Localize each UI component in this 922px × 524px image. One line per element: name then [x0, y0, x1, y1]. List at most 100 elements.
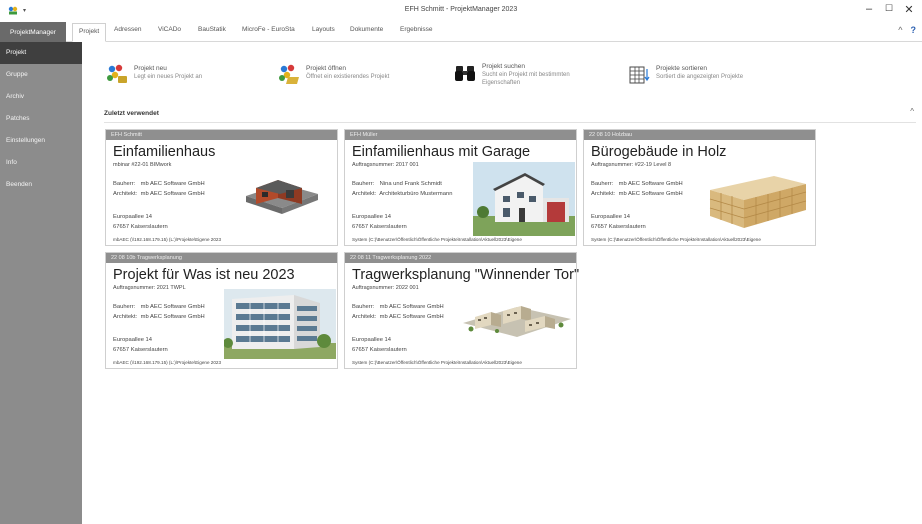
action-description: Sucht ein Projekt mit bestimmten Eigensc…	[482, 72, 570, 86]
bauherr-value: mb AEC Software GmbH	[140, 304, 205, 310]
architekt-label: Architekt:	[113, 314, 138, 320]
ribbon-tabs: ProjektManager Projekt Adressen ViCADo B…	[0, 22, 922, 42]
city: 67657 Kaiserslautern	[352, 224, 407, 230]
city: 67657 Kaiserslautern	[352, 347, 407, 353]
new-project-icon	[107, 64, 127, 83]
recent-divider	[104, 122, 916, 123]
project-path: System (C:)\Benutzer\Öffentlich\Öffentli…	[352, 237, 522, 242]
project-path: System (C:)\Benutzer\Öffentlich\Öffentli…	[591, 237, 761, 242]
project-thumbnail	[473, 162, 575, 236]
help-button[interactable]: ?	[911, 25, 917, 35]
project-name: Projekt für Was ist neu 2023	[113, 267, 295, 283]
recent-collapse-button[interactable]: ^	[910, 107, 914, 116]
city: 67657 Kaiserslautern	[113, 224, 168, 230]
project-number: mbinar #22-01 BIMwork	[113, 162, 172, 168]
bauherr-value: mb AEC Software GmbH	[379, 304, 444, 310]
action-projekt-neu[interactable]: Projekt neu Legt ein neues Projekt an	[106, 64, 202, 86]
architekt-label: Architekt:	[591, 191, 616, 197]
bauherr-value: mb AEC Software GmbH	[140, 181, 205, 187]
action-projekt-oeffnen[interactable]: Projekt öffnen Öffnet ein existierendes …	[278, 64, 389, 86]
project-name: Einfamilienhaus mit Garage	[352, 144, 531, 160]
minimize-button[interactable]: –	[864, 3, 874, 16]
architekt-value: mb AEC Software GmbH	[140, 314, 205, 320]
recent-heading: Zuletzt verwendet	[104, 110, 159, 117]
project-thumbnail	[709, 176, 807, 228]
project-path: System (C:)\Benutzer\Öffentlich\Öffentli…	[352, 360, 522, 365]
street: Europaallee 14	[113, 214, 152, 220]
sidebar-item-archiv[interactable]: Archiv	[0, 86, 82, 108]
action-projekte-sortieren[interactable]: Projekte sortieren Sortiert die angezeig…	[628, 64, 743, 86]
architekt-label: Architekt:	[113, 191, 138, 197]
card-header: 22 08 10b Tragwerksplanung	[106, 253, 337, 263]
sidebar-item-info[interactable]: Info	[0, 152, 82, 174]
bauherr-value: Nina und Frank Schmidt	[379, 181, 442, 187]
open-project-icon	[279, 64, 299, 84]
main-content: Projekt neu Legt ein neues Projekt an Pr…	[82, 42, 922, 524]
action-title: Projekte sortieren	[656, 65, 707, 72]
card-header: EFH Schmitt	[106, 130, 337, 140]
tab-layouts[interactable]: Layouts	[312, 26, 335, 33]
bauherr-label: Bauherr:	[591, 181, 614, 187]
street: Europaallee 14	[591, 214, 630, 220]
project-number: Auftragsnummer: 2017 001	[352, 162, 419, 168]
action-projekt-suchen[interactable]: Projekt suchen Sucht ein Projekt mit bes…	[454, 62, 588, 87]
bauherr-label: Bauherr:	[113, 181, 136, 187]
architekt-value: mb AEC Software GmbH	[379, 314, 444, 320]
project-card-winnender-tor[interactable]: 22 08 11 Tragwerksplanung 2022 Tragwerks…	[344, 252, 580, 369]
sidebar-item-einstellungen[interactable]: Einstellungen	[0, 130, 82, 152]
street: Europaallee 14	[352, 337, 391, 343]
action-title: Projekt öffnen	[306, 65, 346, 72]
tab-projektmanager[interactable]: ProjektManager	[0, 22, 66, 42]
sidebar-item-beenden[interactable]: Beenden	[0, 174, 82, 196]
tab-projekt[interactable]: Projekt	[72, 23, 107, 42]
close-button[interactable]: ✕	[904, 3, 914, 16]
ribbon-collapse-button[interactable]: ^	[898, 25, 902, 35]
bauherr-label: Bauherr:	[113, 304, 136, 310]
card-header: EFH Müller	[345, 130, 576, 140]
tab-adressen[interactable]: Adressen	[114, 26, 141, 33]
action-description: Sortiert die angezeigten Projekte	[656, 74, 744, 80]
architekt-label: Architekt:	[352, 314, 377, 320]
architekt-value: Architekturbüro Mustermann	[379, 191, 453, 197]
architekt-value: mb AEC Software GmbH	[140, 191, 205, 197]
street: Europaallee 14	[113, 337, 152, 343]
city: 67657 Kaiserslautern	[113, 347, 168, 353]
binoculars-icon	[455, 66, 475, 81]
project-name: Einfamilienhaus	[113, 144, 216, 160]
project-thumbnail	[246, 180, 318, 214]
city: 67657 Kaiserslautern	[591, 224, 646, 230]
sidebar-item-projekt[interactable]: Projekt	[0, 42, 82, 64]
tab-microfe-eurosta[interactable]: MicroFe - EuroSta	[242, 26, 295, 33]
tab-vicado[interactable]: ViCADo	[158, 26, 181, 33]
architekt-value: mb AEC Software GmbH	[618, 191, 683, 197]
project-card-efh-schmitt[interactable]: EFH Schmitt Einfamilienhaus mbinar #22-0…	[105, 129, 338, 246]
action-description: Legt ein neues Projekt an	[134, 74, 203, 80]
window-title: EFH Schmitt - ProjektManager 2023	[404, 6, 518, 13]
project-number: Auftragsnummer: 2022 001	[352, 285, 419, 291]
project-path: mbAEC (\\192.168.179.15) (L:)\Projekte\E…	[113, 237, 222, 242]
ribbon-right-controls: ^ ?	[898, 25, 916, 35]
sidebar: Projekt Gruppe Archiv Patches Einstellun…	[0, 42, 82, 524]
project-number: Auftragsnummer: #22-19 Level 8	[591, 162, 672, 168]
bauherr-label: Bauherr:	[352, 304, 375, 310]
project-card-was-ist-neu[interactable]: 22 08 10b Tragwerksplanung Projekt für W…	[105, 252, 338, 369]
street: Europaallee 14	[352, 214, 391, 220]
card-header: 22 08 11 Tragwerksplanung 2022	[345, 253, 576, 263]
project-card-efh-mueller[interactable]: EFH Müller Einfamilienhaus mit Garage Au…	[344, 129, 577, 246]
bauherr-value: mb AEC Software GmbH	[618, 181, 683, 187]
sidebar-item-patches[interactable]: Patches	[0, 108, 82, 130]
project-card-holzbau[interactable]: 22 08 10 Holzbau Bürogebäude in Holz Auf…	[583, 129, 816, 246]
project-thumbnail	[463, 306, 571, 337]
tab-baustatik[interactable]: BauStatik	[198, 26, 226, 33]
project-thumbnail	[224, 289, 336, 359]
tab-dokumente[interactable]: Dokumente	[350, 26, 383, 33]
sidebar-item-gruppe[interactable]: Gruppe	[0, 64, 82, 86]
sort-grid-icon	[629, 66, 650, 84]
action-description: Öffnet ein existierendes Projekt	[306, 74, 390, 80]
project-name: Tragwerksplanung "Winnender Tor"	[352, 267, 580, 283]
card-header: 22 08 10 Holzbau	[584, 130, 815, 140]
project-number: Auftragsnummer: 2021 TWPL	[113, 285, 186, 291]
tab-ergebnisse[interactable]: Ergebnisse	[400, 26, 433, 33]
project-path: mbAEC (\\192.168.179.15) (L:)\Projekte\E…	[113, 360, 222, 365]
maximize-button[interactable]: ☐	[884, 3, 894, 16]
